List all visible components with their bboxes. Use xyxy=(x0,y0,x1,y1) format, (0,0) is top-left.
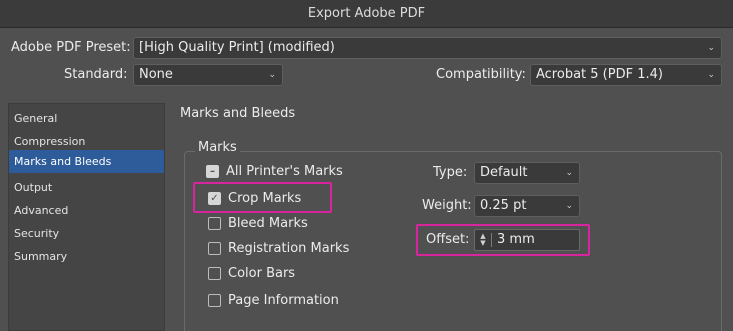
checkbox-unchecked-icon xyxy=(208,242,221,255)
compatibility-value: Acrobat 5 (PDF 1.4) xyxy=(536,67,663,82)
type-label: Type: xyxy=(433,165,468,180)
type-value: Default xyxy=(480,165,528,180)
sidebar-item-general[interactable]: General xyxy=(9,107,164,130)
standard-label: Standard: xyxy=(64,67,128,82)
checkbox-mixed-icon: – xyxy=(206,165,219,178)
window-title: Export Adobe PDF xyxy=(0,0,733,28)
sidebar-item-summary[interactable]: Summary xyxy=(9,245,164,268)
standard-select[interactable]: None ⌄ xyxy=(133,64,283,86)
sidebar-item-advanced[interactable]: Advanced xyxy=(9,199,164,222)
sidebar-item-marks-and-bleeds[interactable]: Marks and Bleeds xyxy=(9,150,164,173)
weight-select[interactable]: 0.25 pt ⌄ xyxy=(474,195,580,217)
preset-select[interactable]: [High Quality Print] (modified) ⌄ xyxy=(133,37,722,59)
compatibility-select[interactable]: Acrobat 5 (PDF 1.4) ⌄ xyxy=(530,64,722,86)
preset-label: Adobe PDF Preset: xyxy=(11,40,131,55)
checkbox-unchecked-icon xyxy=(208,294,221,307)
registration-marks-label: Registration Marks xyxy=(228,241,350,256)
marks-group-legend: Marks xyxy=(195,140,240,155)
bleed-marks-label: Bleed Marks xyxy=(228,216,308,231)
compatibility-label: Compatibility: xyxy=(436,67,526,82)
type-select[interactable]: Default ⌄ xyxy=(474,162,580,184)
sidebar-item-security[interactable]: Security xyxy=(9,222,164,245)
weight-value: 0.25 pt xyxy=(480,198,527,213)
color-bars-label: Color Bars xyxy=(228,266,296,281)
sidebar: General Compression Marks and Bleeds Out… xyxy=(8,103,165,331)
chevron-down-icon: ⌄ xyxy=(565,168,573,178)
sidebar-item-output[interactable]: Output xyxy=(9,176,164,199)
preset-value: [High Quality Print] (modified) xyxy=(139,40,335,55)
crop-marks-highlight xyxy=(193,182,332,213)
checkbox-unchecked-icon xyxy=(208,217,221,230)
chevron-down-icon: ⌄ xyxy=(565,201,573,211)
page-title: Marks and Bleeds xyxy=(180,106,296,121)
offset-highlight xyxy=(416,224,590,256)
checkbox-unchecked-icon xyxy=(208,267,221,280)
page-information-label: Page Information xyxy=(228,293,339,308)
chevron-down-icon: ⌄ xyxy=(707,70,715,80)
chevron-down-icon: ⌄ xyxy=(268,70,276,80)
all-printers-marks-label: All Printer's Marks xyxy=(226,164,343,179)
standard-value: None xyxy=(139,67,173,82)
chevron-down-icon: ⌄ xyxy=(707,43,715,53)
weight-label: Weight: xyxy=(422,198,472,213)
